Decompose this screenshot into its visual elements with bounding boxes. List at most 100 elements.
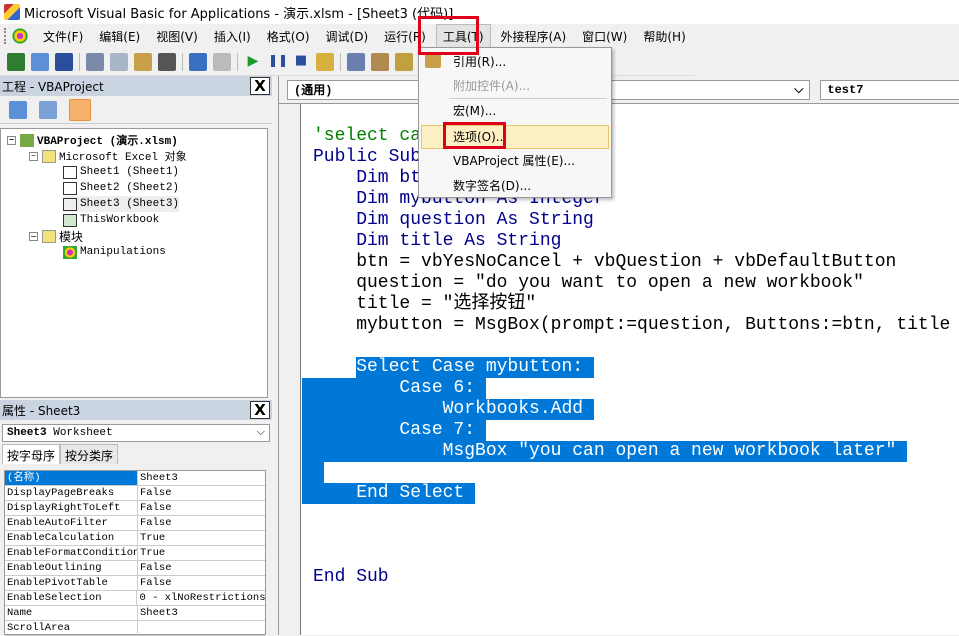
tree-node-vbaproject[interactable]: − VBAProject (演示.xlsm) <box>7 132 178 148</box>
code-line[interactable]: MsgBox "you can open a new workbook late… <box>302 441 950 462</box>
code-line[interactable]: btn = vbYesNoCancel + vbQuestion + vbDef… <box>313 252 950 273</box>
code-line[interactable]: End Select <box>302 483 950 504</box>
property-row[interactable]: Name Sheet3 <box>5 606 265 621</box>
property-value[interactable]: True <box>138 546 165 560</box>
property-row[interactable]: EnableOutlining False <box>5 561 265 576</box>
property-value[interactable]: False <box>138 561 172 575</box>
toggle-folders-icon[interactable] <box>69 98 91 121</box>
property-row[interactable]: EnableCalculation True <box>5 531 265 546</box>
menu-insert[interactable]: 插入(I) <box>208 25 257 48</box>
save-icon[interactable] <box>55 52 73 71</box>
property-value[interactable]: False <box>138 576 172 590</box>
run-icon[interactable]: ▶ <box>244 53 262 71</box>
menu-help[interactable]: 帮助(H) <box>637 25 691 48</box>
pause-icon[interactable]: ❚❚ <box>268 53 288 71</box>
code-line[interactable]: 'select case <box>313 126 950 147</box>
tree-node-sheet1[interactable]: Sheet1 (Sheet1) <box>63 164 179 180</box>
code-line[interactable]: Dim mybutton As Integer <box>313 189 950 210</box>
vba-menu-icon[interactable] <box>11 27 29 45</box>
property-value[interactable]: False <box>138 501 172 515</box>
menu-format[interactable]: 格式(O) <box>261 25 316 48</box>
menu-file[interactable]: 文件(F) <box>37 25 89 48</box>
code-editor[interactable]: 'select casePublic Sub test7() Dim btn A… <box>302 126 950 588</box>
redo-icon[interactable] <box>213 52 231 71</box>
procedure-combo[interactable]: test7 <box>820 79 959 100</box>
excel-view-icon[interactable] <box>7 52 25 71</box>
tree-node-manipulations[interactable]: Manipulations <box>63 244 166 260</box>
property-row[interactable]: EnableFormatConditions True <box>5 546 265 561</box>
insert-userform-icon[interactable] <box>31 52 49 71</box>
stop-icon[interactable]: ■ <box>292 53 310 71</box>
project-explorer-icon[interactable] <box>347 52 365 71</box>
code-line[interactable]: title = "选择按钮" <box>313 294 950 315</box>
grip-handle[interactable] <box>4 28 7 44</box>
code-line[interactable]: Workbooks.Add <box>302 399 950 420</box>
property-value[interactable]: Sheet3 <box>138 606 178 620</box>
property-row[interactable]: EnableSelection 0 - xlNoRestrictions <box>5 591 265 606</box>
property-value[interactable] <box>138 621 140 635</box>
property-value[interactable]: Sheet3 <box>138 471 178 485</box>
tree-node-sheet2[interactable]: Sheet2 (Sheet2) <box>63 180 179 196</box>
property-row[interactable]: ScrollArea <box>5 621 265 636</box>
code-line[interactable]: mybutton = MsgBox(prompt:=question, Butt… <box>313 315 950 336</box>
property-value[interactable]: False <box>138 516 172 530</box>
code-line[interactable] <box>302 462 950 483</box>
menu-window[interactable]: 窗口(W) <box>576 25 633 48</box>
code-line[interactable] <box>313 504 950 525</box>
code-line[interactable]: Public Sub test7() <box>313 147 950 168</box>
find-icon[interactable] <box>158 52 176 71</box>
close-project-panel-button[interactable]: X <box>250 77 270 95</box>
menu-view[interactable]: 视图(V) <box>150 25 204 48</box>
tab-categorized[interactable]: 按分类序 <box>60 444 119 464</box>
object-select[interactable]: Sheet3 Worksheet ⌵ <box>2 424 270 442</box>
tree-node-excel-objects[interactable]: − Microsoft Excel 对象 <box>29 148 187 164</box>
menu-item-project-properties[interactable]: VBAProject 属性(E)... <box>453 150 575 172</box>
tree-node-sheet3[interactable]: Sheet3 (Sheet3) <box>63 196 180 212</box>
menu-item-digital-signature[interactable]: 数字签名(D)... <box>453 175 531 197</box>
collapse-icon[interactable]: − <box>29 151 38 161</box>
code-line[interactable] <box>313 336 950 357</box>
chevron-down-icon: ⌵ <box>794 82 804 97</box>
code-line[interactable] <box>313 546 950 567</box>
code-line[interactable]: question = "do you want to open a new wo… <box>313 273 950 294</box>
close-properties-panel-button[interactable]: X <box>250 401 270 419</box>
property-row[interactable]: EnableAutoFilter False <box>5 516 265 531</box>
property-row[interactable]: (名称) Sheet3 <box>5 471 265 486</box>
project-tree: − VBAProject (演示.xlsm) − Microsoft Excel 对… <box>0 128 268 398</box>
design-mode-icon[interactable] <box>316 52 334 71</box>
margin-indicator-bar[interactable] <box>279 104 301 635</box>
collapse-icon[interactable]: − <box>7 135 16 145</box>
menu-debug[interactable]: 调试(D) <box>320 25 375 48</box>
menu-edit[interactable]: 编辑(E) <box>93 25 146 48</box>
view-code-icon[interactable] <box>9 100 27 119</box>
code-line[interactable]: Dim question As String <box>313 210 950 231</box>
code-line[interactable] <box>313 525 950 546</box>
property-value[interactable]: False <box>138 486 172 500</box>
copy-icon[interactable] <box>110 52 128 71</box>
collapse-icon[interactable]: − <box>29 231 38 241</box>
menu-item-macros[interactable]: 宏(M)... <box>453 100 496 122</box>
tab-alphabetic[interactable]: 按字母序 <box>2 444 61 464</box>
property-row[interactable]: EnablePivotTable False <box>5 576 265 591</box>
code-line[interactable]: End Sub <box>313 567 950 588</box>
property-value[interactable]: True <box>138 531 165 545</box>
cut-icon[interactable] <box>86 52 104 71</box>
code-line[interactable]: Case 6: <box>302 378 950 399</box>
module-icon <box>63 245 77 259</box>
code-line[interactable]: Select Case mybutton: <box>313 357 950 378</box>
tree-node-thisworkbook[interactable]: ThisWorkbook <box>63 212 159 228</box>
code-line[interactable]: Case 7: <box>302 420 950 441</box>
code-line[interactable]: Dim btn As Integer <box>313 168 950 189</box>
tree-node-modules[interactable]: − 模块 <box>29 228 83 244</box>
view-object-icon[interactable] <box>39 100 57 119</box>
property-row[interactable]: DisplayRightToLeft False <box>5 501 265 516</box>
project-panel-title: 工程 - VBAProject <box>2 79 104 94</box>
undo-icon[interactable] <box>189 52 207 71</box>
property-value[interactable]: 0 - xlNoRestrictions <box>137 591 265 605</box>
property-row[interactable]: DisplayPageBreaks False <box>5 486 265 501</box>
code-line[interactable]: Dim title As String <box>313 231 950 252</box>
menu-addins[interactable]: 外接程序(A) <box>495 25 573 48</box>
paste-icon[interactable] <box>134 52 152 71</box>
object-browser-icon[interactable] <box>395 52 413 71</box>
properties-window-icon[interactable] <box>371 52 389 71</box>
